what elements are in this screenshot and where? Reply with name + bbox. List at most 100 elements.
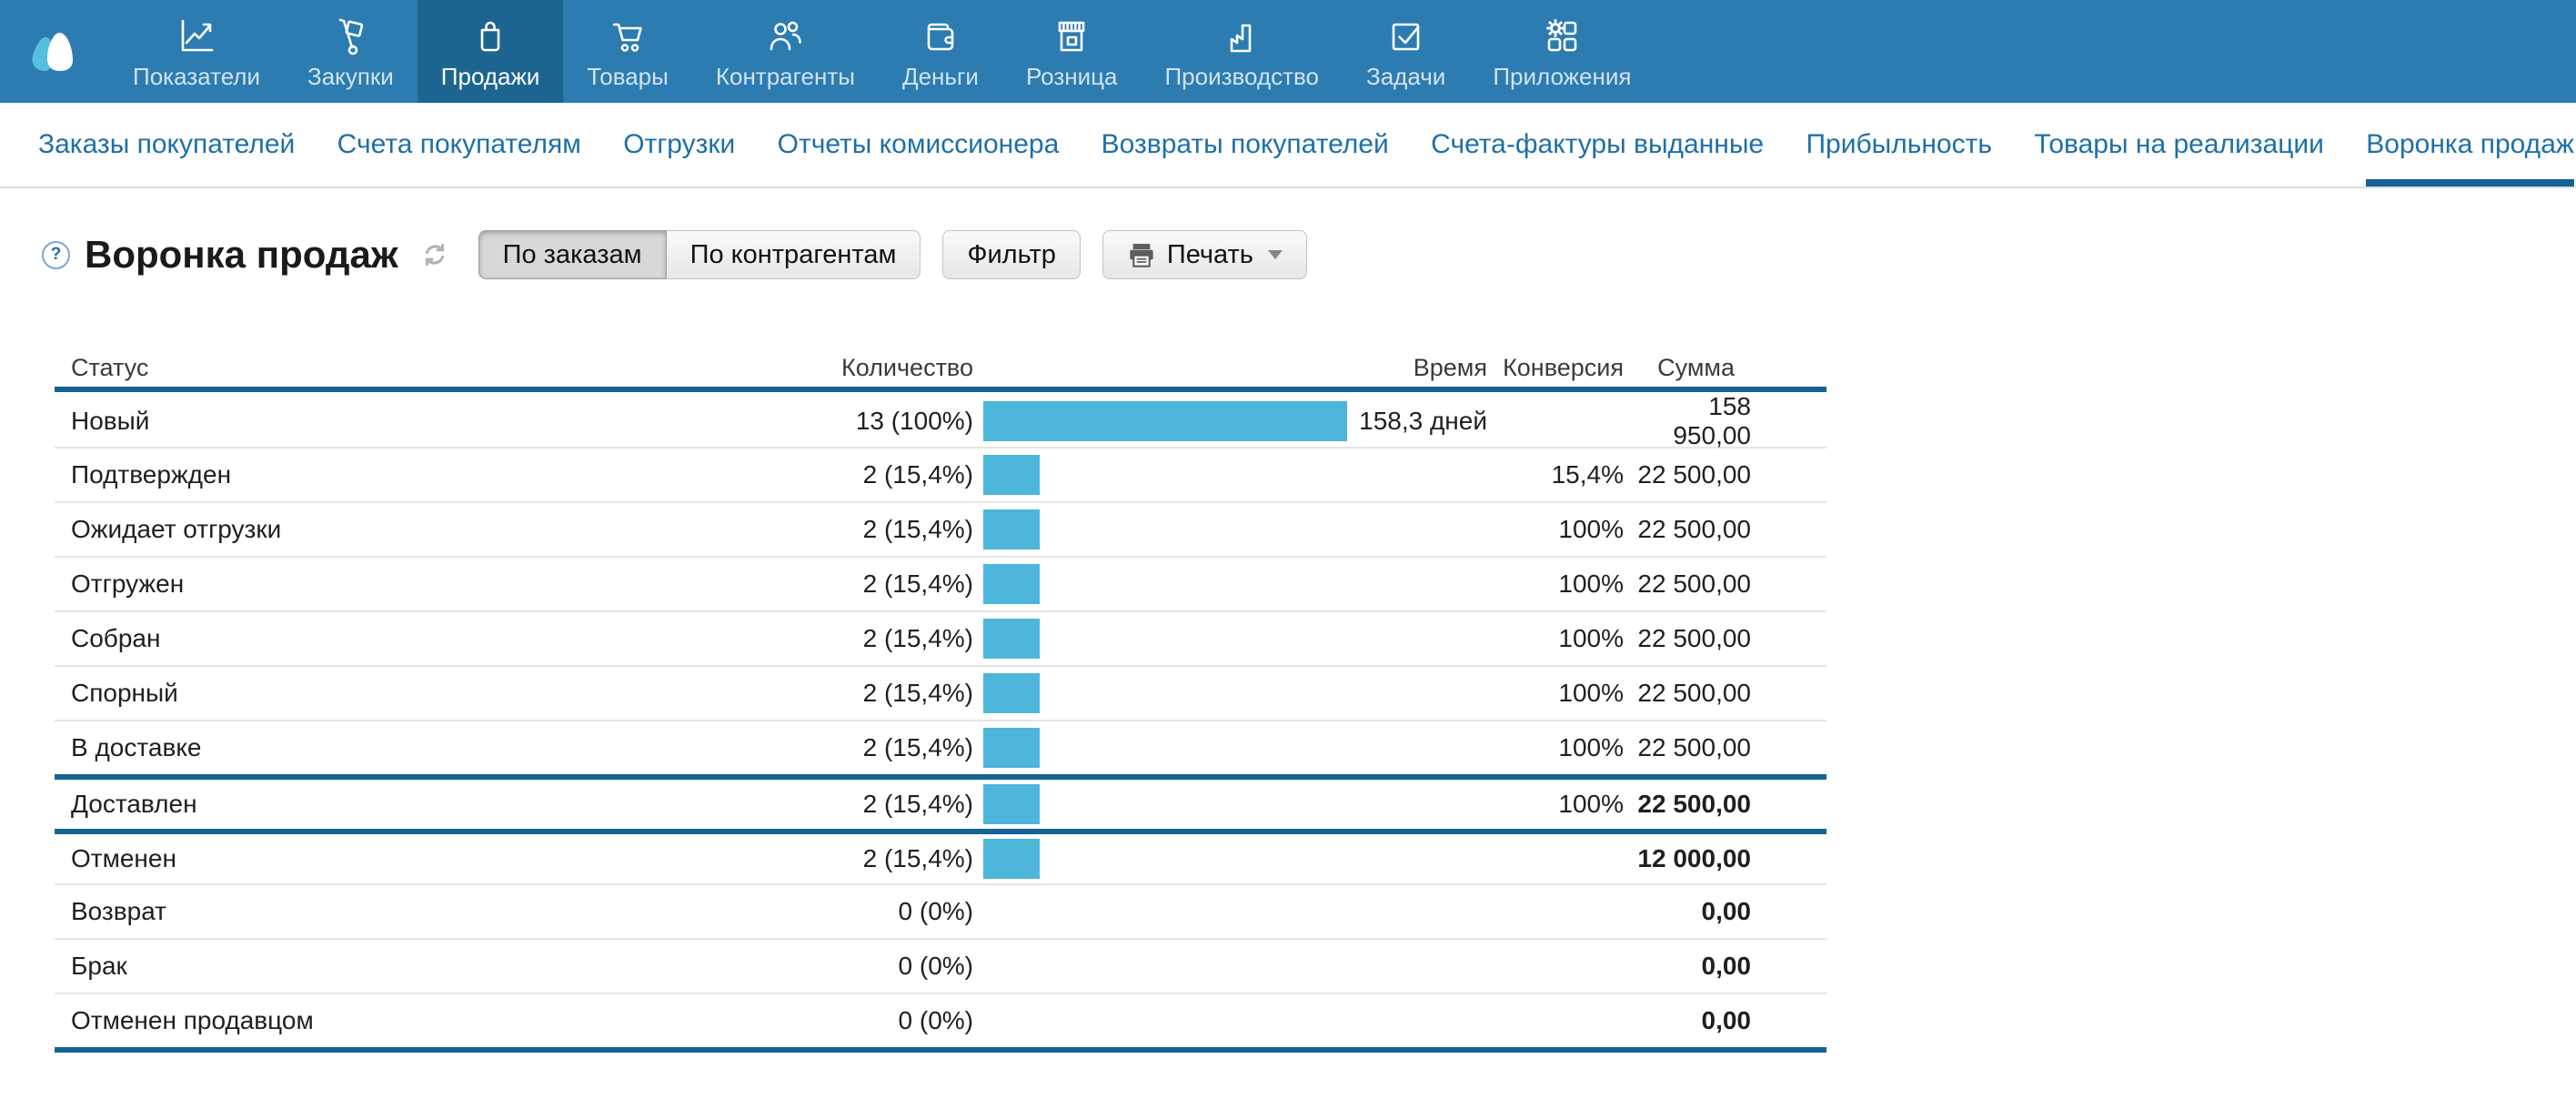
nav-item-label: Показатели [133,65,260,88]
count-cell: 2 (15,4%) [700,844,973,873]
sales-funnel-table: Статус Количество Время Конверсия Сумма … [55,348,1826,1053]
table-row: Отгружен 2 (15,4%) 100% 22 500,00 [55,556,1826,610]
conversion-cell: 100% [1487,733,1624,762]
nav-item-handtruck[interactable]: Закупки [284,0,418,103]
tab-profitability[interactable]: Прибыльность [1806,103,1992,186]
app-window: Показатели Закупки Продажи Товары Контрагент… [0,0,2576,1119]
column-header-status: Статус [55,354,700,382]
nav-item-label: Приложения [1493,65,1631,88]
nav-item-label: Деньги [902,65,979,88]
nav-item-task-check[interactable]: Задачи [1343,0,1469,103]
sum-cell: 22 500,00 [1624,624,1751,653]
bar-cell [973,728,1347,768]
nav-item-storefront[interactable]: Розница [1002,0,1142,103]
sum-cell: 22 500,00 [1624,570,1751,599]
status-cell: Новый [55,407,700,436]
nav-item-shopping-bag[interactable]: Продажи [418,0,564,103]
main-content: ? Воронка продаж По заказам По контраген… [0,188,2576,1053]
time-cell: 158,3 дней [1347,407,1487,436]
sum-cell: 0,00 [1624,897,1751,926]
bar-cell [973,455,1347,495]
status-cell: Отменен [55,844,700,873]
app-logo-icon[interactable] [27,0,78,103]
bar-cell [973,619,1347,659]
conversion-cell: 100% [1487,515,1624,544]
status-cell: Подтвержден [55,460,700,489]
title-row: ? Воронка продаж По заказам По контраген… [42,228,2576,281]
status-cell: Отгружен [55,570,700,599]
count-cell: 2 (15,4%) [700,460,973,489]
funnel-bar [983,401,1347,441]
task-check-icon [1384,15,1428,58]
funnel-bar [983,673,1040,713]
nav-item-label: Розница [1026,65,1118,88]
factory-icon [1220,15,1263,58]
table-row: Ожидает отгрузки 2 (15,4%) 100% 22 500,0… [55,501,1826,556]
status-cell: Доставлен [55,790,700,819]
table-row: Новый 13 (100%) 158,3 дней 158 950,00 [55,392,1826,447]
people-icon [763,15,807,58]
refresh-icon[interactable] [418,238,451,271]
funnel-bar [983,509,1040,549]
nav-items: Показатели Закупки Продажи Товары Контрагент… [109,0,1655,103]
sum-cell: 22 500,00 [1624,679,1751,708]
tab-customer-returns[interactable]: Возвраты покупателей [1102,103,1389,186]
table-row: Спорный 2 (15,4%) 100% 22 500,00 [55,665,1826,720]
table-row: Возврат 0 (0%) 0,00 [55,883,1826,938]
tab-sales-funnel[interactable]: Воронка продаж [2366,103,2574,186]
by-counterparties-button[interactable]: По контрагентам [667,230,921,279]
funnel-bar [983,455,1040,495]
nav-item-wallet[interactable]: Деньги [879,0,1002,103]
table-row: Отменен 2 (15,4%) 12 000,00 [55,829,1826,883]
tab-shipments[interactable]: Отгрузки [623,103,735,186]
status-cell: В доставке [55,733,700,762]
conversion-cell: 100% [1487,570,1624,599]
table-row: Собран 2 (15,4%) 100% 22 500,00 [55,610,1826,665]
count-cell: 2 (15,4%) [700,790,973,819]
tab-customer-invoices[interactable]: Счета покупателям [337,103,581,186]
table-row: Брак 0 (0%) 0,00 [55,938,1826,993]
tab-issued-invoices[interactable]: Счета-фактуры выданные [1431,103,1764,186]
nav-item-label: Контрагенты [716,65,855,88]
print-button[interactable]: Печать [1102,230,1307,279]
tab-goods-on-consignment[interactable]: Товары на реализации [2034,103,2324,186]
table-row: Доставлен 2 (15,4%) 100% 22 500,00 [55,774,1826,829]
by-orders-button[interactable]: По заказам [478,230,667,279]
nav-item-label: Товары [587,65,668,88]
nav-item-label: Продажи [441,65,540,88]
page-title: Воронка продаж [85,233,398,277]
status-cell: Собран [55,624,700,653]
cart-icon [606,15,649,58]
print-button-label: Печать [1167,240,1253,270]
nav-item-factory[interactable]: Производство [1141,0,1343,103]
bar-cell [973,564,1347,604]
count-cell: 2 (15,4%) [700,733,973,762]
nav-item-chart-line[interactable]: Показатели [109,0,284,103]
column-header-time: Время [1347,354,1487,382]
nav-item-people[interactable]: Контрагенты [692,0,879,103]
tab-commissioner-reports[interactable]: Отчеты комиссионера [778,103,1060,186]
sum-cell: 22 500,00 [1624,790,1751,819]
bar-cell [973,509,1347,549]
handtruck-icon [328,15,372,58]
count-cell: 0 (0%) [700,1006,973,1035]
printer-icon [1127,240,1156,269]
count-cell: 2 (15,4%) [700,570,973,599]
wallet-icon [919,15,962,58]
filter-button[interactable]: Фильтр [942,230,1080,279]
nav-item-label: Задачи [1366,65,1445,88]
tab-customer-orders[interactable]: Заказы покупателей [38,103,295,186]
column-header-sum: Сумма [1624,354,1751,382]
sum-cell: 22 500,00 [1624,733,1751,762]
count-cell: 2 (15,4%) [700,515,973,544]
nav-item-cart[interactable]: Товары [563,0,691,103]
apps-grid-icon [1540,15,1584,58]
bar-cell [973,673,1347,713]
nav-item-apps-grid[interactable]: Приложения [1469,0,1655,103]
help-icon[interactable]: ? [42,241,70,269]
shopping-bag-icon [468,15,512,58]
funnel-bar [983,728,1040,768]
count-cell: 2 (15,4%) [700,679,973,708]
table-bottom-border [55,1047,1826,1053]
storefront-icon [1050,15,1093,58]
